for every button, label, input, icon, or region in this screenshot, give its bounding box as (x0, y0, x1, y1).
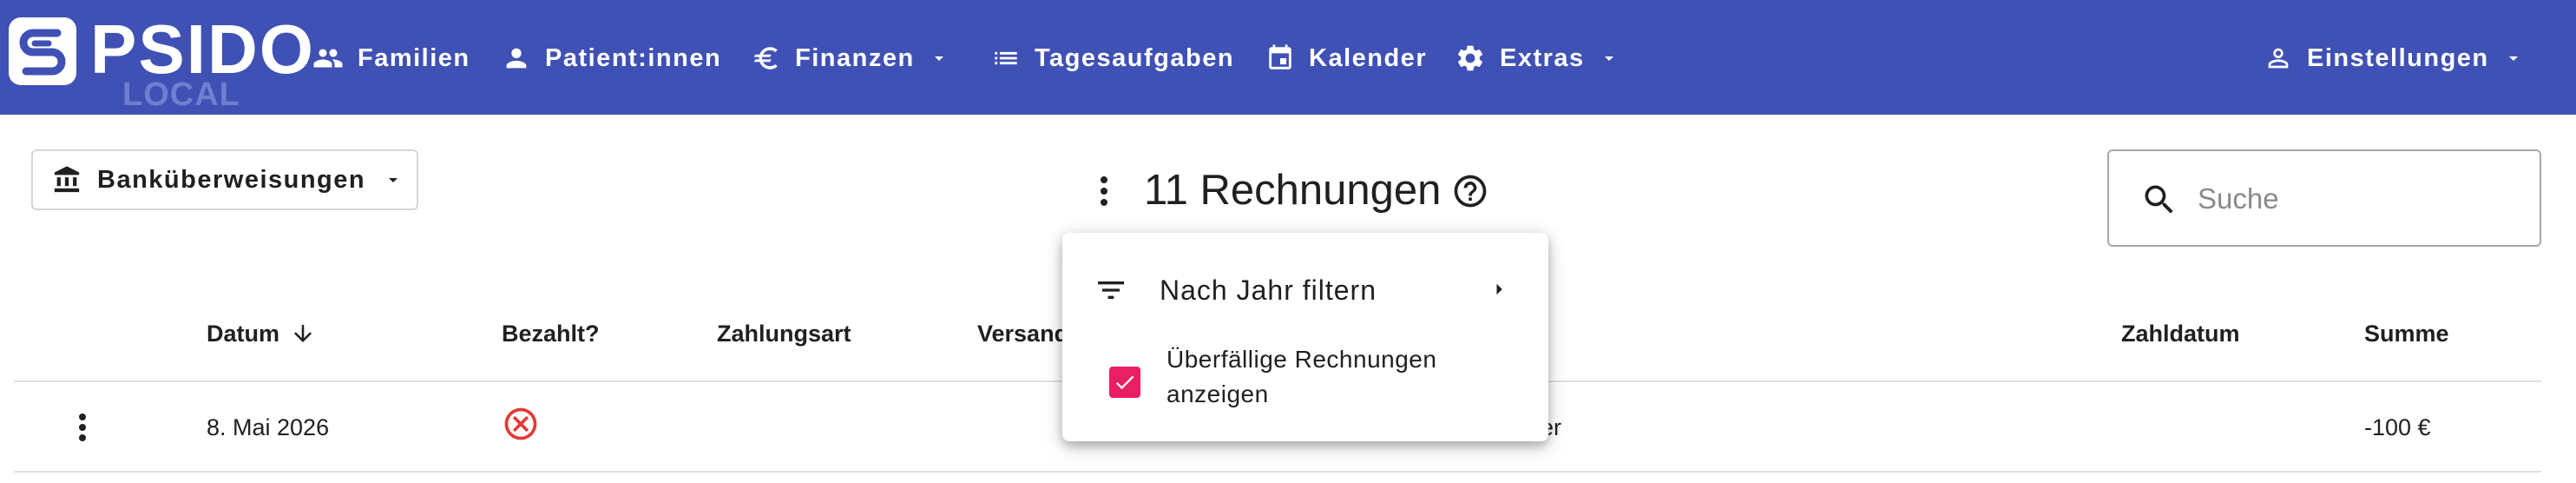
cancel-circle-icon (502, 405, 540, 443)
nav-kalender-label: Kalender (1309, 43, 1428, 72)
nav-extras[interactable]: Extras (1455, 36, 1620, 80)
chevron-down-icon (929, 48, 950, 69)
show-overdue-checkbox[interactable] (1109, 367, 1140, 398)
check-icon (1115, 375, 1134, 390)
nav-kalender[interactable]: Kalender (1265, 36, 1427, 80)
chevron-down-icon (383, 169, 404, 190)
column-header-summe-label: Summe (2364, 321, 2449, 347)
logo-icon[interactable] (7, 16, 78, 87)
person-outline-icon (2264, 43, 2293, 73)
filter-icon (1094, 273, 1128, 312)
arrow-down-icon (294, 325, 312, 342)
logo-environment-label: LOCAL (122, 76, 240, 113)
column-header-datum[interactable]: Datum (207, 318, 316, 349)
list-icon (991, 43, 1021, 73)
menu-item-show-overdue[interactable]: Überfällige Rechnungen anzeigen (1062, 335, 1548, 427)
search-icon (2140, 181, 2178, 223)
more-vertical-icon (79, 414, 86, 441)
page-title: 11 Rechnungen (1144, 167, 1442, 214)
column-header-bezahlt[interactable]: Bezahlt? (502, 318, 600, 349)
column-header-zahldatum-label: Zahldatum (2121, 321, 2240, 347)
column-header-zahldatum[interactable]: Zahldatum (2121, 318, 2240, 349)
euro-icon (752, 43, 781, 73)
search-input[interactable] (2196, 172, 2520, 226)
options-menu: Nach Jahr filtern Überfällige Rechnungen… (1062, 233, 1548, 441)
nav-familien-label: Familien (358, 43, 470, 72)
chevron-right-icon (1486, 276, 1512, 307)
more-vertical-icon (1101, 176, 1107, 206)
column-header-zahlungsart[interactable]: Zahlungsart (717, 318, 851, 349)
chevron-down-icon (1599, 48, 1620, 69)
cell-summe: -100 € (2364, 414, 2431, 440)
column-header-versand-label: Versand (977, 321, 1069, 347)
nav-familien[interactable]: Familien (312, 36, 470, 80)
nav-tagesaufgaben[interactable]: Tagesaufgaben (991, 36, 1234, 80)
person-icon (502, 43, 531, 73)
nav-tagesaufgaben-label: Tagesaufgaben (1035, 43, 1235, 72)
nav-einstellungen[interactable]: Einstellungen (2264, 36, 2524, 80)
nav-patienten[interactable]: Patient:innen (502, 36, 721, 80)
column-header-versand[interactable]: Versand (977, 318, 1068, 349)
column-header-bezahlt-label: Bezahlt? (502, 321, 600, 347)
bank-transfers-label: Banküberweisungen (97, 165, 366, 194)
menu-item-filter-by-year[interactable]: Nach Jahr filtern (1062, 250, 1548, 328)
more-options-button[interactable] (1090, 170, 1118, 212)
column-header-summe[interactable]: Summe (2364, 318, 2449, 349)
column-header-zahlungsart-label: Zahlungsart (717, 321, 851, 347)
nav-extras-label: Extras (1500, 43, 1585, 72)
group-icon (312, 43, 344, 74)
gear-icon (1455, 43, 1486, 74)
chevron-down-icon (2503, 48, 2524, 69)
menu-item-show-overdue-label: Überfällige Rechnungen anzeigen (1166, 346, 1437, 407)
menu-item-filter-by-year-label: Nach Jahr filtern (1160, 275, 1377, 306)
search-field[interactable] (2107, 149, 2541, 247)
help-circle-icon[interactable] (1451, 172, 1489, 210)
table-row-divider (14, 471, 2541, 473)
nav-finanzen-label: Finanzen (795, 43, 915, 72)
bank-icon (52, 165, 82, 195)
app-bar: PSIDO LOCAL Familien Patient:innen Finan… (0, 0, 2576, 115)
calendar-icon (1265, 43, 1295, 73)
column-header-datum-label: Datum (207, 321, 280, 347)
row-actions-button[interactable] (69, 407, 95, 448)
nav-patienten-label: Patient:innen (545, 43, 722, 72)
cell-datum: 8. Mai 2026 (207, 414, 330, 440)
nav-einstellungen-label: Einstellungen (2307, 43, 2489, 72)
nav-finanzen[interactable]: Finanzen (752, 36, 950, 80)
bank-transfers-button[interactable]: Banküberweisungen (31, 149, 418, 210)
